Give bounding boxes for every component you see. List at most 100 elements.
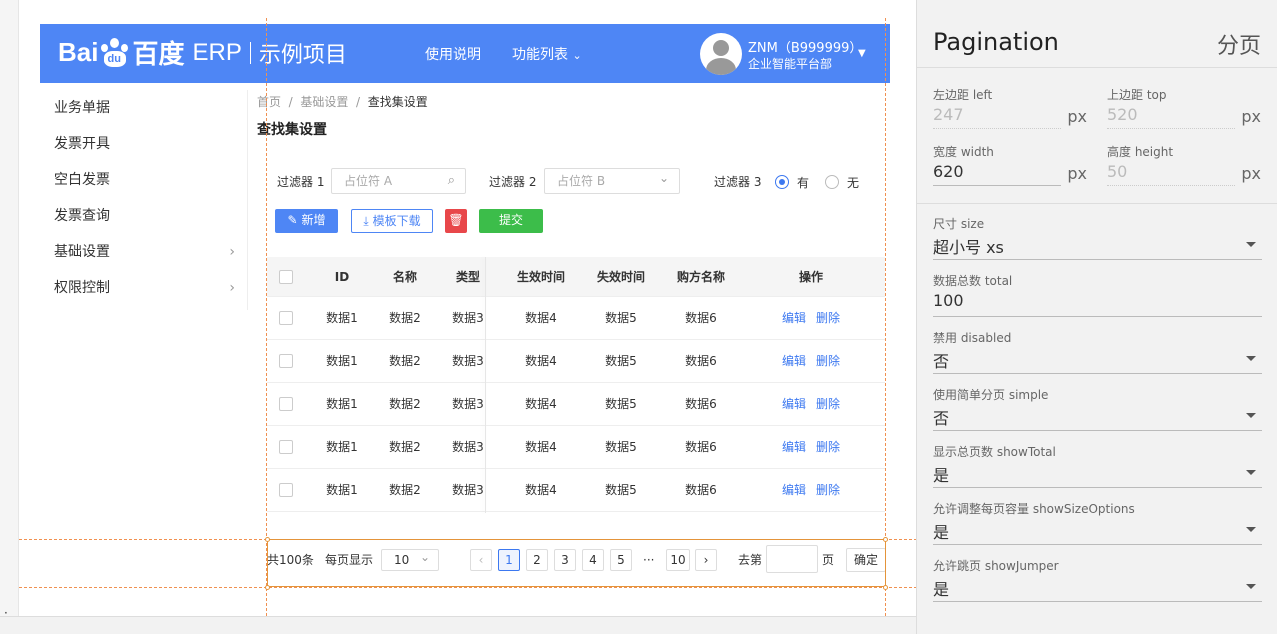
table-cell: 数据5 xyxy=(605,440,637,454)
radio-no-label: 无 xyxy=(847,176,860,190)
delete-link[interactable]: 删除 xyxy=(815,340,841,383)
row-checkbox[interactable] xyxy=(279,397,293,411)
jumper-select[interactable]: 是 xyxy=(933,576,1262,602)
filter-2-select[interactable]: 占位符 B ⌄ xyxy=(544,168,680,194)
page-title: 查找集设置 xyxy=(257,122,327,138)
delete-link[interactable]: 删除 xyxy=(815,426,841,469)
sizeoptions-label: 允许调整每页容量 showSizeOptions xyxy=(933,502,1135,516)
row-checkbox[interactable] xyxy=(279,483,293,497)
sidebar-item-permissions[interactable]: 权限控制 › xyxy=(37,270,247,306)
size-select[interactable]: 超小号 xs xyxy=(933,234,1262,260)
resize-handle[interactable] xyxy=(265,585,270,590)
radio-no[interactable] xyxy=(825,175,839,189)
panel-title: Pagination xyxy=(933,28,1059,56)
row-checkbox[interactable] xyxy=(279,311,293,325)
disabled-select[interactable]: 否 xyxy=(933,348,1262,374)
sidebar-item-basic-settings[interactable]: 基础设置 › xyxy=(37,234,247,270)
table-cell: 数据4 xyxy=(525,354,557,368)
sidebar-item-blank-invoice[interactable]: 空白发票 xyxy=(37,162,247,198)
sizeoptions-select[interactable]: 是 xyxy=(933,519,1262,545)
sidebar-item-invoice-query[interactable]: 发票查询 xyxy=(37,198,247,234)
add-button[interactable]: ✎ 新增 xyxy=(275,209,338,233)
table-cell: 数据3 xyxy=(452,311,484,325)
col-id: ID xyxy=(334,270,350,284)
sidebar-item-invoice-issue[interactable]: 发票开具 xyxy=(37,126,247,162)
table-cell: 数据1 xyxy=(326,483,358,497)
edit-link[interactable]: 编辑 xyxy=(781,426,807,469)
submit-button[interactable]: 提交 xyxy=(479,209,543,233)
caret-down-icon xyxy=(1246,242,1256,247)
baidu-erp-logo: Bai du 百度 ERP 示例项目 xyxy=(58,37,347,69)
edit-link[interactable]: 编辑 xyxy=(781,297,807,340)
app-header: Bai du 百度 ERP 示例项目 使用说明 功能列表 ⌄ ZNM（B9999… xyxy=(40,24,890,83)
sidebar-item-business-docs[interactable]: 业务单据 xyxy=(37,90,247,126)
col-end: 失效时间 xyxy=(596,270,645,284)
table-cell: 数据5 xyxy=(605,354,637,368)
caret-down-icon xyxy=(1246,527,1256,532)
pencil-icon: ✎ xyxy=(287,213,298,227)
col-buyer: 购方名称 xyxy=(676,270,725,284)
avatar[interactable] xyxy=(700,33,742,75)
table-cell: 数据3 xyxy=(452,483,484,497)
design-canvas[interactable]: Bai du 百度 ERP 示例项目 使用说明 功能列表 ⌄ ZNM（B9999… xyxy=(18,0,916,616)
property-panel: Pagination 分页 左边距 left 247 px 上边距 top 520… xyxy=(916,0,1277,634)
panel-subtitle: 分页 xyxy=(1216,34,1261,59)
row-checkbox[interactable] xyxy=(279,354,293,368)
table-cell: 数据6 xyxy=(685,397,717,411)
resize-handle[interactable] xyxy=(265,537,270,542)
showtotal-select[interactable]: 是 xyxy=(933,462,1262,488)
table-row: 数据1 数据2 数据3 数据4 数据5 数据6 编辑 删除 xyxy=(267,340,885,383)
chevron-right-icon: › xyxy=(229,280,235,296)
edit-link[interactable]: 编辑 xyxy=(781,383,807,426)
nav-help-link[interactable]: 使用说明 xyxy=(425,44,481,64)
delete-link[interactable]: 删除 xyxy=(815,469,841,512)
resize-handle[interactable] xyxy=(883,537,888,542)
top-label: 上边距 top xyxy=(1107,88,1167,102)
total-input[interactable]: 100 xyxy=(933,291,1262,317)
row-checkbox[interactable] xyxy=(279,440,293,454)
select-all-checkbox[interactable] xyxy=(279,270,293,284)
selected-pagination-frame[interactable] xyxy=(267,539,886,587)
delete-link[interactable]: 删除 xyxy=(815,383,841,426)
filter-2-label: 过滤器 2 xyxy=(489,175,537,189)
caret-down-icon xyxy=(1246,356,1256,361)
table-cell: 数据2 xyxy=(389,483,421,497)
nav-functions-menu[interactable]: 功能列表 ⌄ xyxy=(512,44,582,64)
template-download-button[interactable]: ⤓ 模板下载 xyxy=(351,209,433,233)
table-cell: 数据3 xyxy=(452,354,484,368)
edit-link[interactable]: 编辑 xyxy=(781,340,807,383)
caret-down-icon[interactable]: ▼ xyxy=(858,48,866,59)
simple-label: 使用简单分页 simple xyxy=(933,388,1049,402)
table-row: 数据1 数据2 数据3 数据4 数据5 数据6 编辑 删除 xyxy=(267,469,885,512)
table-cell: 数据4 xyxy=(525,311,557,325)
resize-handle[interactable] xyxy=(883,585,888,590)
col-start: 生效时间 xyxy=(516,270,565,284)
edit-link[interactable]: 编辑 xyxy=(781,469,807,512)
table-cell: 数据6 xyxy=(685,483,717,497)
radio-yes[interactable] xyxy=(775,175,789,189)
top-input: 520 px xyxy=(1107,105,1261,129)
radio-yes-label: 有 xyxy=(797,176,810,190)
delete-button[interactable]: 🗑 xyxy=(445,209,467,233)
chevron-right-icon: › xyxy=(229,244,235,260)
col-type: 类型 xyxy=(455,270,480,284)
chevron-down-icon: ⌄ xyxy=(572,49,582,62)
download-icon: ⤓ xyxy=(363,214,369,228)
delete-link[interactable]: 删除 xyxy=(815,297,841,340)
user-department: 企业智能平台部 xyxy=(748,57,833,71)
filter-1-input[interactable]: 占位符 A ⌕ xyxy=(331,168,466,194)
filter-3-label: 过滤器 3 xyxy=(714,175,762,189)
caret-down-icon xyxy=(1246,470,1256,475)
table-row: 数据1 数据2 数据3 数据4 数据5 数据6 编辑 删除 xyxy=(267,383,885,426)
width-label: 宽度 width xyxy=(933,145,994,159)
sidebar: 业务单据 发票开具 空白发票 发票查询 基础设置 › 权限控制 › xyxy=(37,90,247,306)
breadcrumb-basic-settings[interactable]: 基础设置 xyxy=(300,95,348,109)
breadcrumb-current: 查找集设置 xyxy=(367,95,428,109)
simple-select[interactable]: 否 xyxy=(933,405,1262,431)
table-cell: 数据4 xyxy=(525,440,557,454)
width-input[interactable]: 620 px xyxy=(933,162,1087,186)
left-input: 247 px xyxy=(933,105,1087,129)
table-cell: 数据1 xyxy=(326,397,358,411)
breadcrumb-home[interactable]: 首页 xyxy=(257,95,281,109)
table-cell: 数据3 xyxy=(452,397,484,411)
